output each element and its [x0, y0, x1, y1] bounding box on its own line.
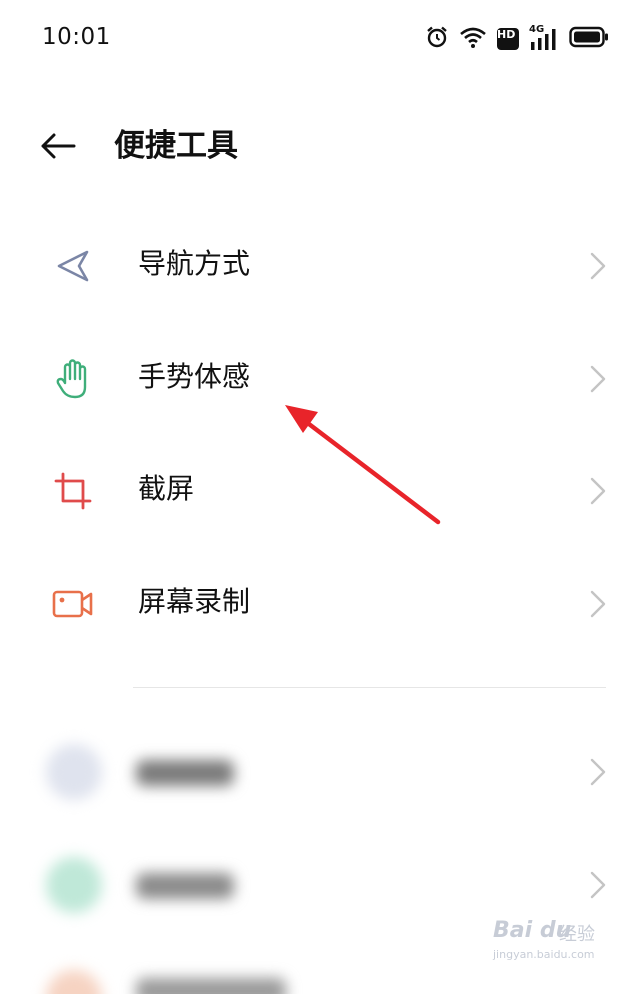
section-divider: [133, 687, 606, 688]
chevron-right-icon: [590, 758, 606, 786]
status-time: 10:01: [42, 24, 111, 50]
back-arrow-icon: [41, 133, 76, 159]
list-item-navigation-mode[interactable]: 导航方式: [0, 216, 643, 316]
battery-icon: [569, 26, 609, 52]
navigation-icon: [50, 246, 96, 286]
blurred-label: [136, 760, 234, 786]
list-item-label: 截屏: [138, 472, 195, 505]
chevron-right-icon: [590, 365, 606, 393]
watermark-brand-cn: 经验: [559, 924, 595, 945]
list-item-gesture-motion[interactable]: 手势体感: [0, 329, 643, 429]
page-header: 便捷工具: [0, 110, 643, 182]
chevron-right-icon: [590, 252, 606, 280]
wifi-icon: [459, 25, 487, 53]
watermark-url: jingyan.baidu.com: [493, 948, 595, 961]
hand-gesture-icon: [50, 359, 96, 399]
blurred-icon: [46, 857, 102, 913]
baidu-watermark: Bai du 经验 jingyan.baidu.com: [493, 918, 613, 968]
chevron-right-icon: [590, 477, 606, 505]
list-item-label: 手势体感: [138, 360, 251, 393]
blurred-icon: [46, 970, 102, 994]
signal-4g-icon: 4G: [529, 24, 559, 52]
hd-badge: HD: [497, 28, 519, 50]
list-item-screen-recording[interactable]: 屏幕录制: [0, 554, 643, 654]
crop-icon: [50, 471, 96, 511]
list-item-label: 导航方式: [138, 247, 251, 280]
blurred-label: [136, 873, 234, 899]
list-item-label: 屏幕录制: [138, 585, 251, 618]
list-item-screenshot[interactable]: 截屏: [0, 441, 643, 541]
alarm-icon: [425, 25, 449, 53]
blurred-icon: [46, 744, 102, 800]
page-title: 便捷工具: [114, 128, 238, 164]
status-icons: HD 4G: [425, 24, 609, 54]
blurred-list-item[interactable]: [0, 722, 643, 822]
blurred-label: [136, 978, 286, 994]
video-camera-icon: [50, 584, 96, 624]
chevron-right-icon: [590, 590, 606, 618]
status-bar: 10:01 HD 4G: [0, 0, 643, 76]
chevron-right-icon: [590, 871, 606, 899]
back-button[interactable]: [36, 124, 80, 168]
